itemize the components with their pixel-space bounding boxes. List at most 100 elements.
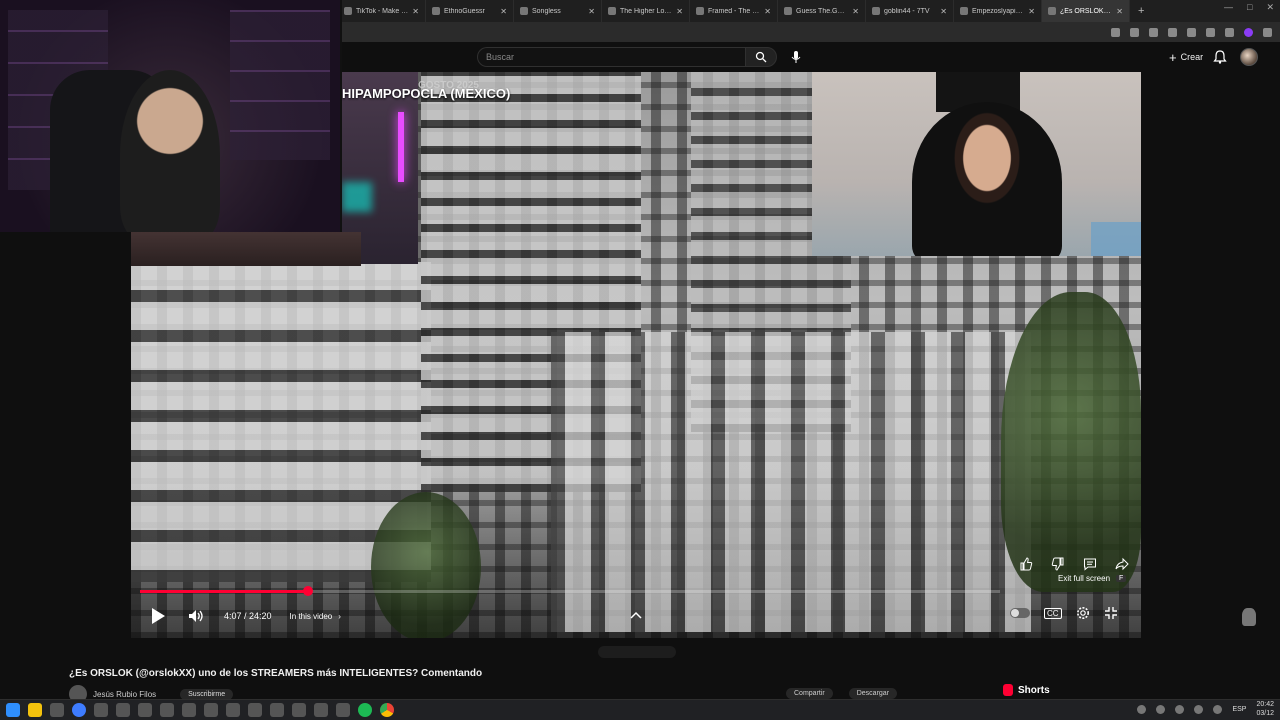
keyboard-language[interactable]: ESP <box>1232 706 1246 713</box>
volume-icon <box>189 610 203 622</box>
shorts-logo-icon <box>1003 684 1013 696</box>
browser-tab[interactable]: ¿Es ORSLOK (@orslok ✕ <box>1042 0 1130 22</box>
play-icon <box>152 608 165 624</box>
sidepanel-icon[interactable] <box>1206 27 1215 37</box>
share-button[interactable] <box>1113 556 1131 572</box>
tab-close-icon[interactable]: ✕ <box>500 7 507 16</box>
neon-light <box>342 182 372 212</box>
menu-dots-icon[interactable] <box>1263 27 1272 37</box>
tab-close-icon[interactable]: ✕ <box>852 7 859 16</box>
download-action-button[interactable]: Descargar <box>848 688 898 699</box>
carousel-indicator <box>598 646 676 658</box>
tab-label: goblin44 - 7TV <box>884 7 930 15</box>
install-app-icon[interactable] <box>1111 27 1120 37</box>
windows-start-icon[interactable] <box>6 703 20 717</box>
steam-icon[interactable] <box>182 703 196 717</box>
file-explorer-icon[interactable] <box>28 703 42 717</box>
close-window-icon[interactable]: ✕ <box>1266 2 1274 13</box>
autoplay-toggle[interactable] <box>1010 608 1030 618</box>
search-button[interactable] <box>745 47 777 67</box>
tab-label: EthnoGuessr <box>444 7 485 15</box>
channel-name[interactable]: Jesús Rubio Filos <box>93 690 156 699</box>
app-icon[interactable] <box>248 703 262 717</box>
app-icon[interactable] <box>226 703 240 717</box>
bookmark-star-icon[interactable] <box>1130 27 1139 37</box>
time-display: 4:07 / 24:20 <box>224 611 272 621</box>
browser-tab[interactable]: goblin44 - 7TV ✕ <box>866 0 954 22</box>
app-icon[interactable] <box>138 703 152 717</box>
tray-icon[interactable] <box>1156 704 1166 714</box>
maximize-icon[interactable]: □ <box>1247 2 1252 13</box>
profile-icon[interactable] <box>1244 27 1253 37</box>
extension-icon[interactable] <box>1149 27 1158 37</box>
subtitles-button[interactable]: CC <box>1044 607 1062 619</box>
chevron-up-icon[interactable] <box>628 608 644 622</box>
guest-webcam <box>812 72 1141 256</box>
settings-gear-icon[interactable] <box>1076 606 1090 620</box>
search-taskbar-icon[interactable] <box>50 703 64 717</box>
volume-button[interactable] <box>186 606 206 626</box>
tab-close-icon[interactable]: ✕ <box>412 7 419 16</box>
extension-icon[interactable] <box>1168 27 1177 37</box>
clock[interactable]: 20:42 03/12 <box>1256 700 1274 718</box>
system-tray: ESP 20:42 03/12 <box>1137 700 1274 718</box>
app-icon[interactable] <box>204 703 218 717</box>
exit-fullscreen-label: Exit full screen <box>1058 574 1111 583</box>
chrome-icon[interactable] <box>380 703 394 717</box>
app-icon[interactable] <box>94 703 108 717</box>
exit-fullscreen-icon[interactable] <box>1104 606 1118 620</box>
browser-tab[interactable]: The Higher Lower Gam ✕ <box>602 0 690 22</box>
puzzle-icon[interactable] <box>1187 27 1196 37</box>
tab-close-icon[interactable]: ✕ <box>764 7 771 16</box>
user-figure-icon <box>1242 608 1256 626</box>
subscribe-button[interactable]: Suscribirme <box>180 688 234 700</box>
tab-close-icon[interactable]: ✕ <box>588 7 595 16</box>
tab-close-icon[interactable]: ✕ <box>1116 7 1123 16</box>
share-action-button[interactable]: Compartir <box>786 688 833 699</box>
app-icon[interactable] <box>116 703 130 717</box>
browser-tab[interactable]: Empezoslyaping - 7TV ✕ <box>954 0 1042 22</box>
browser-tab[interactable]: EthnoGuessr ✕ <box>426 0 514 22</box>
shelf <box>230 10 330 160</box>
notifications-bell-icon[interactable] <box>1212 49 1228 65</box>
download-icon[interactable] <box>1225 27 1234 37</box>
app-icon[interactable] <box>314 703 328 717</box>
tab-close-icon[interactable]: ✕ <box>1028 7 1035 16</box>
tab-favicon-icon <box>520 7 528 15</box>
volume-tray-icon[interactable] <box>1213 704 1223 714</box>
video-frame-tree <box>1001 292 1141 592</box>
new-tab-button[interactable]: + <box>1130 5 1152 17</box>
browser-tab[interactable]: Framed - The daily m✕ <box>690 0 778 22</box>
player-controls: 4:07 / 24:20 In this video › <box>148 604 341 628</box>
voice-search-button[interactable] <box>789 49 803 65</box>
chapters-button[interactable]: In this video › <box>290 612 341 621</box>
app-icon[interactable] <box>72 703 86 717</box>
like-button[interactable] <box>1017 556 1035 572</box>
share-arrow-icon <box>1115 557 1129 571</box>
tab-close-icon[interactable]: ✕ <box>676 7 683 16</box>
browser-tab[interactable]: Guess The.Game #125✕ <box>778 0 866 22</box>
browser-tab[interactable]: Songless ✕ <box>514 0 602 22</box>
tiktok-icon[interactable] <box>270 703 284 717</box>
account-avatar[interactable] <box>1240 48 1258 66</box>
browser-tab[interactable]: TikTok - Make Yo ✕ <box>338 0 426 22</box>
app-icon[interactable] <box>336 703 350 717</box>
wifi-icon[interactable] <box>1194 704 1204 714</box>
dislike-button[interactable] <box>1049 556 1067 572</box>
app-icon[interactable] <box>292 703 306 717</box>
tab-list: TikTok - Make Yo ✕ EthnoGuessr ✕ Songless ✕ Th… <box>338 0 1130 22</box>
tray-icon[interactable] <box>1137 704 1147 714</box>
search-input[interactable]: Buscar <box>477 47 745 67</box>
video-progress-bar[interactable] <box>140 586 1000 596</box>
tab-close-icon[interactable]: ✕ <box>940 7 947 16</box>
minimize-icon[interactable]: — <box>1224 2 1233 13</box>
tray-icon[interactable] <box>1175 704 1185 714</box>
spotify-icon[interactable] <box>358 703 372 717</box>
create-button[interactable]: + Crear <box>1163 47 1209 67</box>
app-icon[interactable] <box>160 703 174 717</box>
play-button[interactable] <box>148 606 168 626</box>
clock-time: 20:42 <box>1256 701 1274 708</box>
tab-label: Guess The.Game #125 <box>796 7 849 15</box>
comments-button[interactable] <box>1081 556 1099 572</box>
progress-scrubber[interactable] <box>302 586 313 596</box>
